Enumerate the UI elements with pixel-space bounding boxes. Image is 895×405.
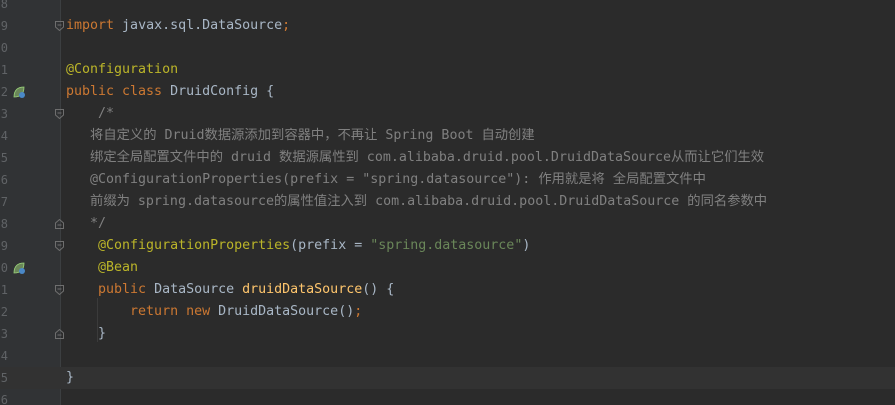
string-token: "spring.datasource" (370, 238, 523, 253)
line-number: 8 (0, 217, 8, 231)
line-number: 4 (0, 129, 8, 143)
code-line[interactable]: 8 (0, 0, 895, 15)
keyword-token: public (66, 282, 155, 297)
code-text: public class DruidConfig { (66, 81, 274, 103)
line-number: 1 (0, 283, 8, 297)
fold-collapse-icon[interactable] (55, 241, 64, 251)
code-token: } (66, 326, 107, 341)
code-line[interactable]: 5 绑定全局配置文件中的 druid 数据源属性到 com.alibaba.dr… (0, 147, 895, 169)
code-line[interactable]: 3 /* (0, 103, 895, 125)
annotation-token: @Bean (66, 260, 139, 275)
code-line[interactable]: 9 import javax.sql.DataSource; (0, 15, 895, 37)
line-number: 0 (0, 41, 8, 55)
line-number: 2 (0, 305, 8, 319)
fold-collapse-icon[interactable] (55, 21, 64, 31)
keyword-token: ; (282, 18, 291, 33)
code-line[interactable]: 2 public class DruidConfig { (0, 81, 895, 103)
code-text: public DataSource druidDataSource() { (66, 279, 394, 301)
code-token: ) (522, 238, 531, 253)
line-number: 8 (0, 0, 8, 11)
code-text: */ (66, 213, 106, 235)
code-text: 前缀为 spring.datasource的属性值注入到 com.alibaba… (66, 191, 767, 213)
line-number: 6 (0, 393, 8, 405)
code-line[interactable]: 0 (0, 37, 895, 59)
code-line[interactable]: 0 @Bean (0, 257, 895, 279)
annotation-token: @ConfigurationProperties (66, 238, 291, 253)
line-number: 9 (0, 19, 8, 33)
comment-token: 前缀为 spring.datasource的属性值注入到 com.alibaba… (66, 194, 768, 209)
code-line[interactable]: 1 @Configuration (0, 59, 895, 81)
keyword-token: return new (66, 304, 219, 319)
comment-token: */ (66, 216, 107, 231)
code-token: DruidConfig { (170, 84, 275, 99)
code-token: javax.sql.DataSource (114, 18, 283, 33)
code-text: 将自定义的 Druid数据源添加到容器中，不再让 Spring Boot 自动创… (66, 125, 535, 147)
keyword-token: public class (66, 84, 171, 99)
code-token: DataSource (154, 282, 243, 297)
code-line[interactable]: 8 */ (0, 213, 895, 235)
fold-end-icon[interactable] (55, 329, 64, 339)
fold-end-icon[interactable] (55, 219, 64, 229)
code-line[interactable]: 7 前缀为 spring.datasource的属性值注入到 com.aliba… (0, 191, 895, 213)
code-line[interactable]: 4 将自定义的 Druid数据源添加到容器中，不再让 Spring Boot 自… (0, 125, 895, 147)
comment-token: 将自定义的 Druid数据源添加到容器中，不再让 Spring Boot 自动创… (66, 128, 535, 143)
code-text: @Configuration (66, 59, 178, 81)
code-token: () { (362, 282, 395, 297)
code-token: DruidDataSource() (218, 304, 355, 319)
code-line[interactable]: 6 @ConfigurationProperties(prefix = "spr… (0, 169, 895, 191)
code-line[interactable]: 2 return new DruidDataSource(); (0, 301, 895, 323)
line-number: 1 (0, 63, 8, 77)
code-line[interactable]: 3 } (0, 323, 895, 345)
fold-collapse-icon[interactable] (55, 285, 64, 295)
line-number: 4 (0, 349, 8, 363)
code-line[interactable]: 1 public DataSource druidDataSource() { (0, 279, 895, 301)
line-number: 5 (0, 151, 8, 165)
fold-collapse-icon[interactable] (55, 109, 64, 119)
line-number: 3 (0, 327, 8, 341)
code-text: 绑定全局配置文件中的 druid 数据源属性到 com.alibaba.drui… (66, 147, 764, 169)
method-name-token: druidDataSource (242, 282, 363, 297)
code-text: /* (66, 103, 114, 125)
code-token: } (66, 370, 75, 385)
code-line[interactable]: 4 (0, 345, 895, 367)
comment-token: 绑定全局配置文件中的 druid 数据源属性到 com.alibaba.drui… (66, 150, 765, 165)
code-text: @ConfigurationProperties(prefix = "sprin… (66, 169, 706, 191)
spring-bean-method-icon[interactable] (12, 261, 26, 275)
line-number: 5 (0, 371, 8, 385)
comment-token: /* (66, 106, 115, 121)
line-number: 3 (0, 107, 8, 121)
code-text: return new DruidDataSource(); (66, 301, 362, 323)
line-number: 6 (0, 173, 8, 187)
code-editor[interactable]: 8 9 import javax.sql.DataSource; 0 1 @Configu… (0, 0, 895, 405)
code-text: import javax.sql.DataSource; (66, 15, 290, 37)
line-number: 9 (0, 239, 8, 253)
code-token: (prefix = (290, 238, 371, 253)
indent-guide (97, 298, 98, 342)
code-text: @Bean (66, 257, 138, 279)
code-line[interactable]: 9 @ConfigurationProperties(prefix = "spr… (0, 235, 895, 257)
code-text: @ConfigurationProperties(prefix = "sprin… (66, 235, 530, 257)
annotation-token: @Configuration (66, 62, 179, 77)
keyword-token: ; (354, 304, 363, 319)
code-line[interactable]: 5} (0, 367, 895, 389)
spring-bean-config-icon[interactable] (12, 85, 26, 99)
code-text: } (66, 367, 74, 389)
line-number: 2 (0, 85, 8, 99)
keyword-token: import (66, 18, 115, 33)
line-number: 7 (0, 195, 8, 209)
code-line[interactable]: 6 (0, 389, 895, 405)
comment-token: @ConfigurationProperties(prefix = "sprin… (66, 172, 706, 187)
line-number: 0 (0, 261, 8, 275)
code-text: } (66, 323, 106, 345)
